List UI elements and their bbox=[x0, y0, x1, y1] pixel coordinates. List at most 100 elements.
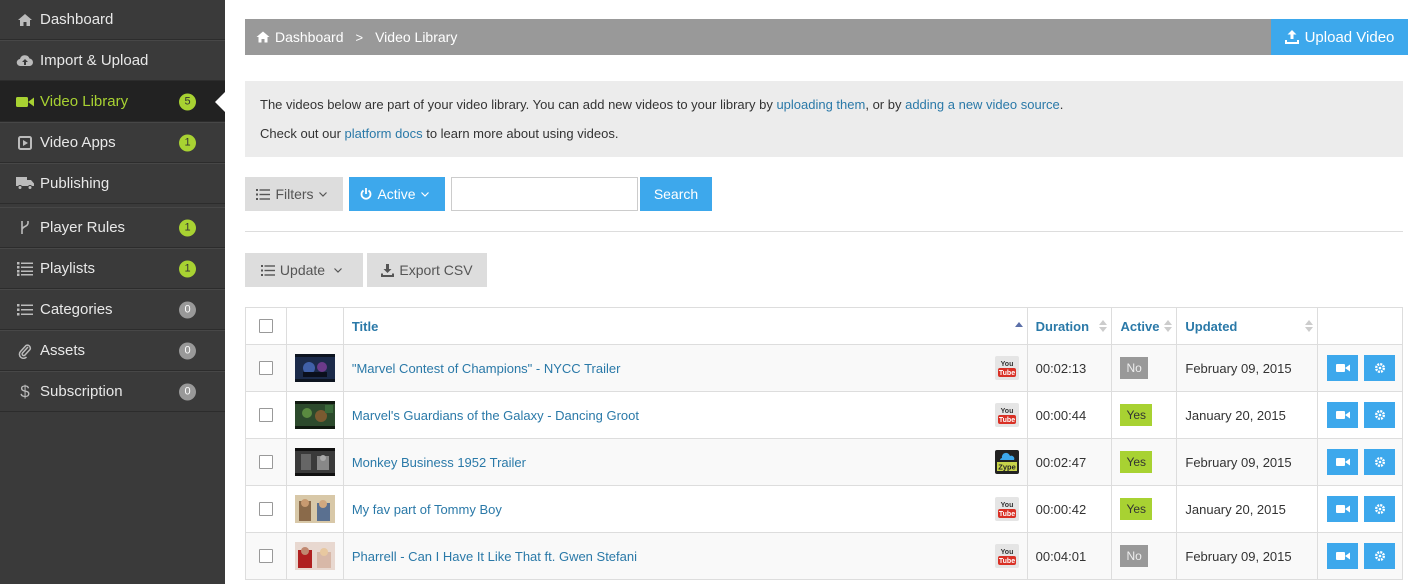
svg-text:Zype: Zype bbox=[998, 463, 1016, 472]
settings-button[interactable] bbox=[1364, 355, 1396, 381]
svg-text:Tube: Tube bbox=[999, 511, 1015, 518]
adding-video-source-link[interactable]: adding a new video source bbox=[905, 97, 1060, 112]
active-filter-label: Active bbox=[377, 186, 416, 202]
upload-video-button[interactable]: Upload Video bbox=[1271, 19, 1408, 55]
video-camera-icon bbox=[1335, 552, 1350, 560]
search-input[interactable] bbox=[451, 177, 638, 211]
row-checkbox[interactable] bbox=[258, 549, 273, 563]
duration-value: 00:02:47 bbox=[1035, 454, 1087, 470]
active-cell: Yes bbox=[1111, 392, 1176, 438]
updated-date: January 20, 2015 bbox=[1185, 407, 1286, 423]
settings-button[interactable] bbox=[1364, 449, 1396, 475]
breadcrumb-dashboard-link[interactable]: Dashboard bbox=[275, 29, 344, 45]
updated-cell: January 20, 2015 bbox=[1176, 392, 1317, 438]
video-thumbnail[interactable] bbox=[294, 354, 335, 382]
updated-cell: February 09, 2015 bbox=[1176, 439, 1317, 485]
row-checkbox[interactable] bbox=[258, 408, 273, 422]
sidebar-item-video-apps[interactable]: Video Apps 1 bbox=[0, 122, 225, 163]
row-checkbox[interactable] bbox=[258, 361, 273, 375]
operations-cell bbox=[1317, 392, 1402, 438]
info-text: . bbox=[1059, 97, 1064, 112]
video-title-link[interactable]: Pharrell - Can I Have It Like That ft. G… bbox=[352, 549, 637, 564]
operations-header bbox=[1317, 308, 1402, 344]
dollar-icon: $ bbox=[20, 381, 30, 401]
sidebar-item-subscription[interactable]: $ Subscription 0 bbox=[0, 371, 225, 412]
sidebar-item-dashboard[interactable]: Dashboard bbox=[0, 0, 225, 40]
video-preview-button[interactable] bbox=[1327, 496, 1359, 522]
title-header[interactable]: Title bbox=[342, 308, 1027, 344]
updated-header[interactable]: Updated bbox=[1176, 308, 1317, 344]
video-thumbnail[interactable] bbox=[294, 542, 335, 570]
settings-button[interactable] bbox=[1364, 402, 1396, 428]
sidebar-item-playlists[interactable]: Playlists 1 bbox=[0, 248, 225, 289]
status-badge: Yes bbox=[1120, 451, 1153, 473]
video-thumbnail[interactable] bbox=[294, 495, 335, 523]
svg-text:Tube: Tube bbox=[999, 417, 1015, 424]
updated-cell: February 09, 2015 bbox=[1176, 345, 1317, 391]
sidebar-item-player-rules[interactable]: Player Rules 1 bbox=[0, 207, 225, 248]
info-text: Check out our bbox=[260, 126, 345, 141]
checkbox-cell bbox=[246, 392, 286, 438]
checkbox-cell bbox=[246, 533, 286, 579]
youtube-icon: You Tube bbox=[994, 544, 1019, 568]
update-dropdown[interactable]: Update bbox=[245, 253, 363, 287]
divider bbox=[245, 231, 1403, 232]
sort-icon bbox=[1164, 320, 1173, 332]
settings-button[interactable] bbox=[1364, 543, 1396, 569]
video-title-link[interactable]: Monkey Business 1952 Trailer bbox=[352, 455, 526, 470]
settings-button[interactable] bbox=[1364, 496, 1396, 522]
duration-header[interactable]: Duration bbox=[1026, 308, 1112, 344]
info-text: The videos below are part of your video … bbox=[260, 97, 777, 112]
sidebar-item-publishing[interactable]: Publishing bbox=[0, 163, 225, 204]
search-button[interactable]: Search bbox=[640, 177, 712, 211]
video-title-link[interactable]: My fav part of Tommy Boy bbox=[352, 502, 502, 517]
table-header-row: Title Duration Active Updated bbox=[246, 308, 1402, 344]
video-camera-icon bbox=[1335, 411, 1350, 419]
filters-dropdown[interactable]: Filters bbox=[245, 177, 343, 211]
info-line-2: Check out our platform docs to learn mor… bbox=[260, 119, 618, 148]
svg-text:You: You bbox=[1000, 408, 1013, 415]
video-preview-button[interactable] bbox=[1327, 543, 1359, 569]
table-row: My fav part of Tommy Boy You Tube 00:00:4… bbox=[246, 485, 1402, 532]
count-badge: 5 bbox=[179, 93, 196, 110]
info-text: , or by bbox=[865, 97, 906, 112]
info-panel: The videos below are part of your video … bbox=[245, 81, 1403, 157]
uploading-them-link[interactable]: uploading them bbox=[776, 97, 865, 112]
updated-header-label: Updated bbox=[1185, 318, 1238, 334]
sidebar-item-label: Video Library bbox=[40, 93, 129, 110]
row-checkbox[interactable] bbox=[258, 455, 273, 469]
sidebar-item-import-upload[interactable]: Import & Upload bbox=[0, 40, 225, 81]
export-csv-label: Export CSV bbox=[399, 262, 473, 278]
select-all-checkbox[interactable] bbox=[258, 319, 273, 333]
sidebar-item-video-library[interactable]: Video Library 5 bbox=[0, 81, 226, 122]
video-thumbnail[interactable] bbox=[294, 448, 335, 476]
dashboard-icon bbox=[16, 11, 34, 29]
active-cell: No bbox=[1111, 345, 1176, 391]
svg-text:You: You bbox=[1000, 549, 1013, 556]
sidebar-item-label: Import & Upload bbox=[40, 52, 149, 69]
video-title-link[interactable]: Marvel's Guardians of the Galaxy - Danci… bbox=[352, 408, 639, 423]
truck-icon bbox=[16, 175, 34, 193]
duration-cell: 00:02:13 bbox=[1026, 345, 1112, 391]
active-status-dropdown[interactable]: Active bbox=[349, 177, 445, 211]
updated-date: February 09, 2015 bbox=[1185, 548, 1292, 564]
video-preview-button[interactable] bbox=[1327, 402, 1359, 428]
platform-docs-link[interactable]: platform docs bbox=[345, 126, 423, 141]
list-icon bbox=[256, 188, 271, 200]
sidebar-item-label: Categories bbox=[40, 301, 113, 318]
video-title-link[interactable]: "Marvel Contest of Champions" - NYCC Tra… bbox=[352, 361, 621, 376]
svg-text:Tube: Tube bbox=[999, 370, 1015, 377]
sidebar-item-assets[interactable]: Assets 0 bbox=[0, 330, 225, 371]
checkbox-cell bbox=[246, 486, 286, 532]
duration-cell: 00:04:01 bbox=[1026, 533, 1112, 579]
sidebar-item-categories[interactable]: Categories 0 bbox=[0, 289, 225, 330]
export-csv-button[interactable]: Export CSV bbox=[367, 253, 487, 287]
video-preview-button[interactable] bbox=[1327, 355, 1359, 381]
updated-cell: January 20, 2015 bbox=[1176, 486, 1317, 532]
row-checkbox[interactable] bbox=[258, 502, 273, 516]
active-cell: Yes bbox=[1111, 439, 1176, 485]
power-icon bbox=[361, 188, 372, 200]
video-preview-button[interactable] bbox=[1327, 449, 1359, 475]
active-header[interactable]: Active bbox=[1111, 308, 1176, 344]
video-thumbnail[interactable] bbox=[294, 401, 335, 429]
